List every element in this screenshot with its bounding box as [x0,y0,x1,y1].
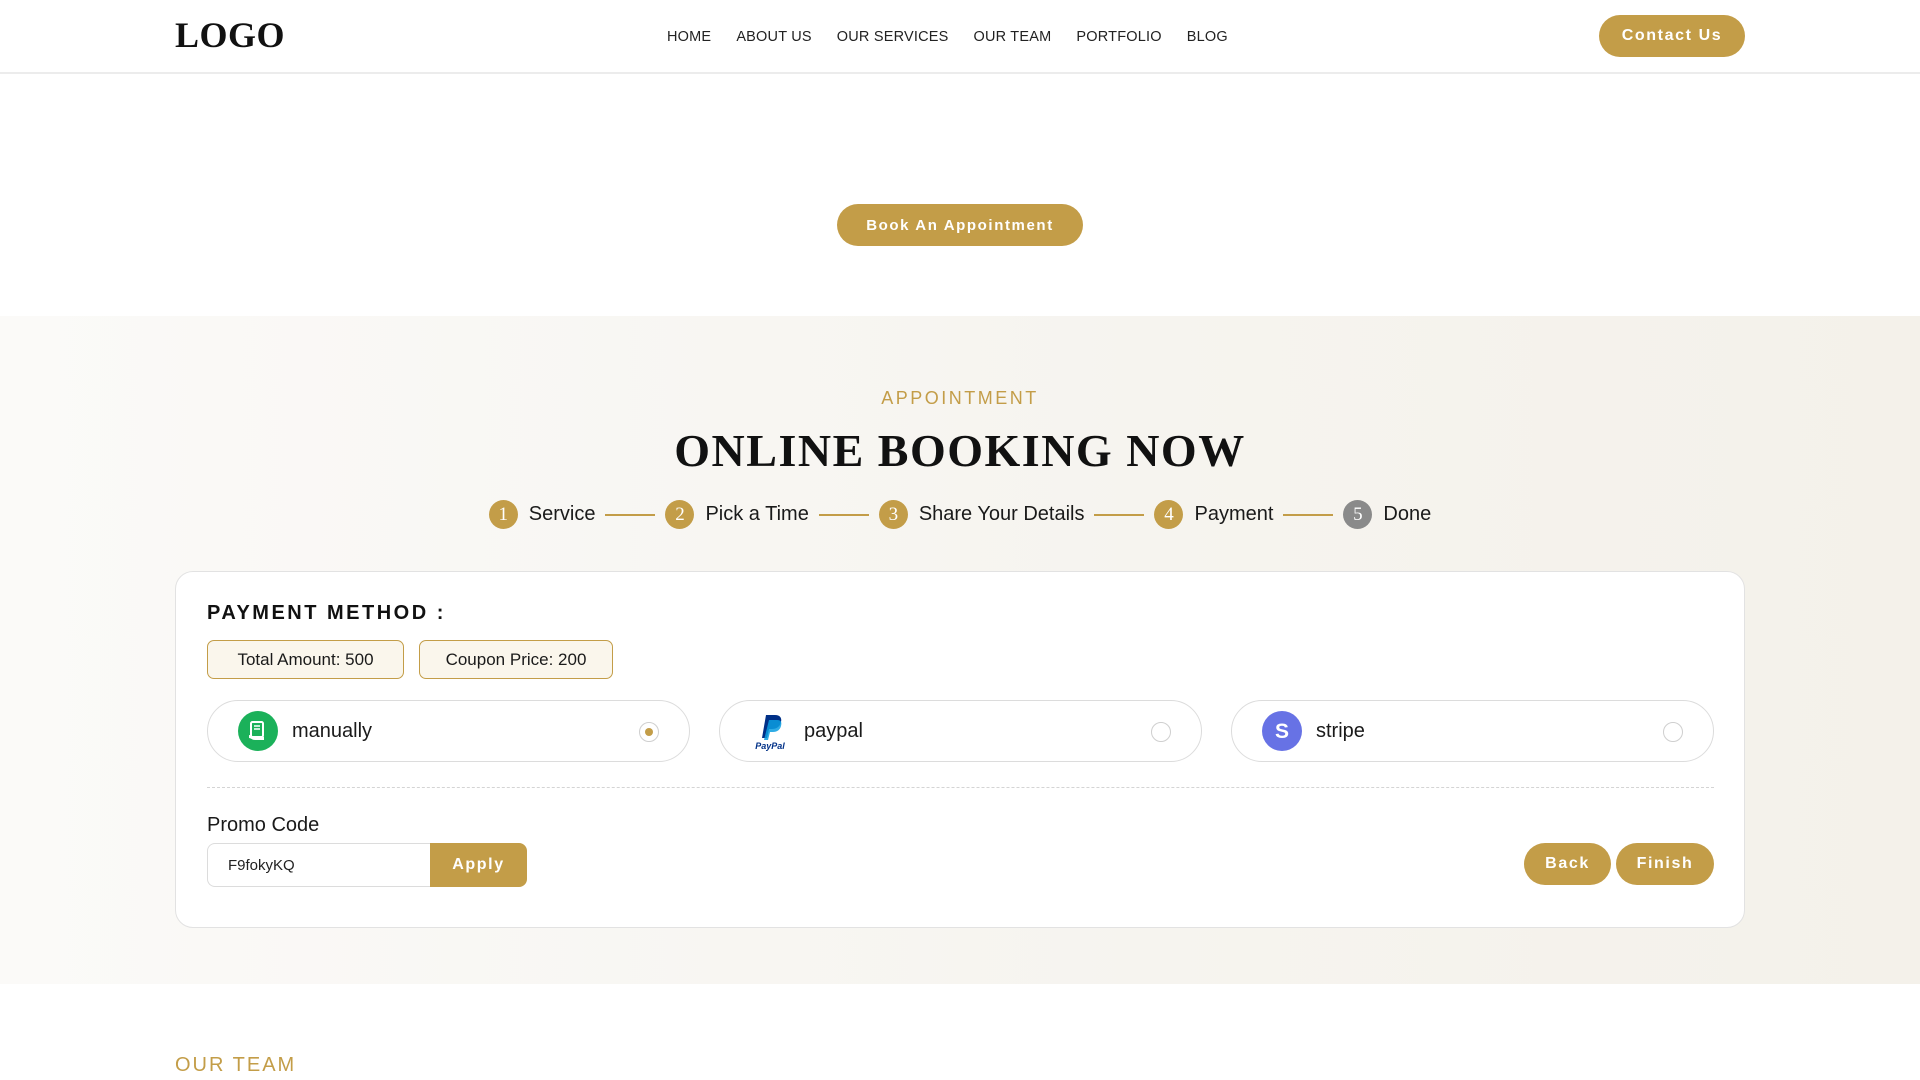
main-nav: HOME ABOUT US OUR SERVICES OUR TEAM PORT… [667,29,1253,45]
step-label: Payment [1194,503,1274,525]
radio-manually[interactable] [639,722,659,742]
logo[interactable]: LOGO [175,14,285,56]
step-done: 5 Done [1343,500,1431,529]
paypal-icon: PayPal [750,711,790,751]
booking-steps: 1 Service 2 Pick a Time 3 Share Your Det… [0,500,1920,529]
step-label: Pick a Time [705,503,809,525]
promo-code-input[interactable] [207,843,432,887]
step-connector [1283,513,1334,516]
site-header: LOGO HOME ABOUT US OUR SERVICES OUR TEAM… [0,0,1920,74]
payment-option-manually[interactable]: manually [207,700,690,762]
step-number: 2 [665,500,695,529]
total-amount-badge: Total Amount: 500 [207,640,404,679]
step-label: Service [528,503,596,525]
section-subtitle: APPOINTMENT [881,388,1039,408]
step-payment: 4 Payment [1154,500,1273,529]
step-label: Share Your Details [918,503,1085,525]
step-connector [1094,513,1145,516]
payment-method-heading: PAYMENT METHOD : [207,602,446,624]
step-pick-a-time: 2 Pick a Time [665,500,809,529]
nav-our-services[interactable]: OUR SERVICES [837,29,949,45]
payment-card: PAYMENT METHOD : Total Amount: 500 Coupo… [175,571,1745,928]
nav-portfolio[interactable]: PORTFOLIO [1076,29,1161,45]
contact-us-button[interactable]: Contact Us [1599,15,1745,57]
apply-button[interactable]: Apply [430,843,527,887]
nav-our-team[interactable]: OUR TEAM [974,29,1052,45]
step-service: 1 Service [488,500,596,529]
step-number: 5 [1343,500,1373,529]
step-number: 1 [488,500,518,529]
step-connector [605,513,656,516]
our-team-label: OUR TEAM [175,1054,297,1076]
payment-option-label: manually [292,719,373,742]
nav-blog[interactable]: BLOG [1187,29,1228,45]
svg-text:PayPal: PayPal [755,741,785,751]
back-button[interactable]: Back [1524,843,1611,885]
svg-text:S: S [1275,720,1289,743]
payment-option-stripe[interactable]: S stripe [1231,700,1714,762]
payment-option-label: stripe [1316,719,1365,742]
cash-icon [238,711,278,751]
radio-paypal[interactable] [1151,722,1171,742]
radio-stripe[interactable] [1663,722,1683,742]
step-label: Done [1383,503,1432,525]
nav-about-us[interactable]: ABOUT US [736,29,811,45]
coupon-price-badge: Coupon Price: 200 [419,640,613,679]
step-number: 4 [1154,500,1184,529]
step-connector [818,513,869,516]
payment-option-label: paypal [804,719,863,742]
finish-button[interactable]: Finish [1616,843,1714,885]
divider [207,787,1714,788]
booking-section: APPOINTMENT ONLINE BOOKING NOW 1 Service… [0,316,1920,984]
step-number: 3 [878,500,908,529]
book-appointment-button[interactable]: Book An Appointment [837,204,1083,246]
section-title: ONLINE BOOKING NOW [674,425,1246,476]
step-share-details: 3 Share Your Details [878,500,1085,529]
promo-code-label: Promo Code [207,814,320,836]
payment-option-paypal[interactable]: PayPal paypal [719,700,1202,762]
stripe-icon: S [1262,711,1302,751]
nav-home[interactable]: HOME [667,29,711,45]
